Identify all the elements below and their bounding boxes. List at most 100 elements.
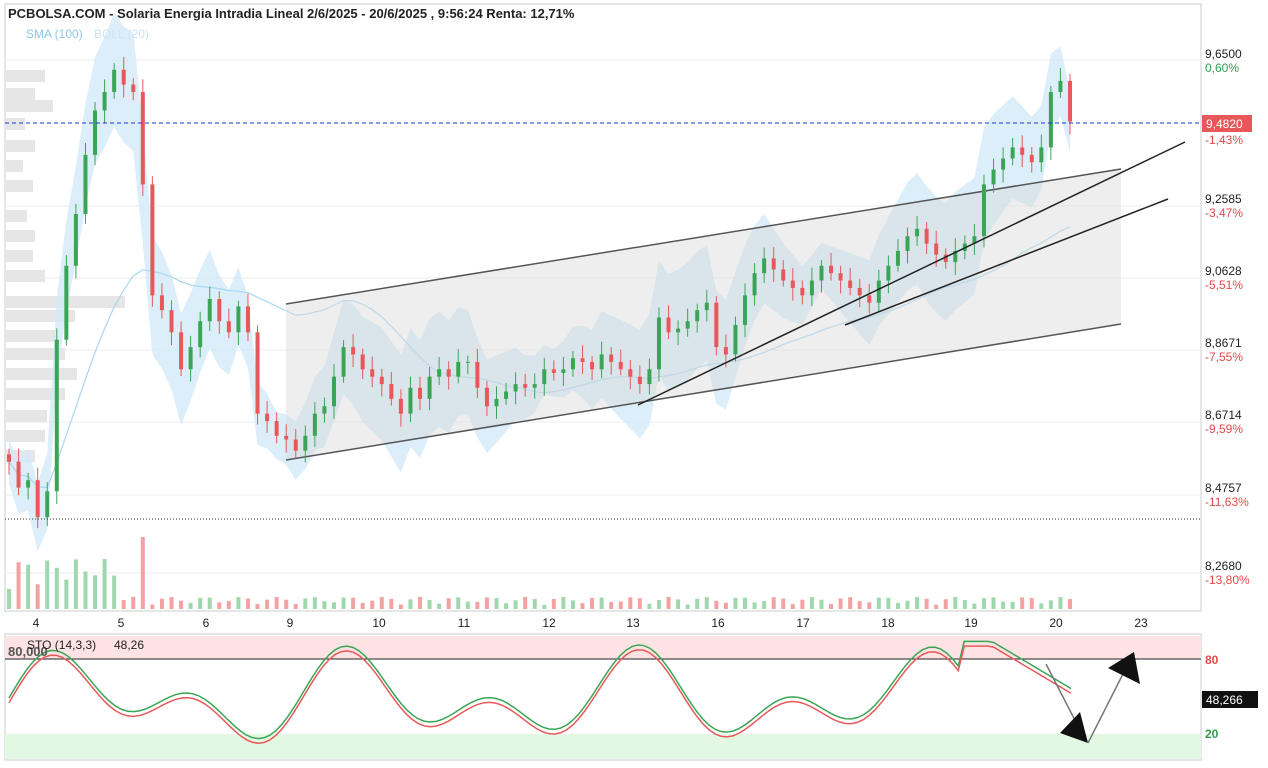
volume-bar (561, 597, 566, 609)
candle-body (140, 91, 145, 185)
volume-bar (207, 597, 212, 609)
candle-body (628, 369, 633, 377)
candle-body (981, 184, 986, 237)
x-tick-label: 20 (1049, 616, 1063, 630)
candle-body (255, 332, 260, 414)
volume-bar (962, 600, 967, 609)
candle-body (360, 354, 365, 370)
volume-bar (704, 597, 709, 609)
x-tick-label: 11 (458, 616, 471, 630)
volume-bar (456, 597, 461, 609)
chart-canvas: PCBOLSA.COM - Solaria Energia Intradia L… (0, 0, 1268, 763)
candle-body (7, 454, 11, 462)
volume-profile-bar (5, 118, 25, 130)
candle-body (398, 398, 403, 414)
volume-bar (953, 597, 958, 609)
volume-bar (102, 559, 107, 609)
volume-profile-bar (5, 250, 33, 262)
x-tick-label: 6 (203, 616, 210, 630)
volume-bar (599, 597, 604, 609)
volume-bar (666, 597, 671, 609)
candle-body (743, 295, 748, 325)
candle-body (179, 332, 184, 370)
x-tick-label: 18 (881, 616, 895, 630)
price-label: 8,8671 (1205, 336, 1242, 350)
volume-bar (829, 604, 834, 609)
candle-body (73, 213, 78, 266)
candle-body (523, 384, 528, 388)
chart-title: PCBOLSA.COM - Solaria Energia Intradia L… (8, 6, 575, 21)
candle-body (771, 258, 776, 270)
candle-body (408, 387, 413, 414)
volume-bar (217, 602, 222, 609)
price-label: 8,4757 (1205, 481, 1242, 495)
volume-bar (293, 604, 298, 609)
candle-body (121, 69, 126, 85)
volume-bar (418, 597, 423, 609)
volume-bar (1048, 600, 1053, 609)
volume-bar (915, 597, 920, 609)
candle-body (159, 295, 164, 311)
candle-body (609, 354, 614, 362)
volume-bar (54, 567, 59, 609)
candle-body (991, 169, 996, 185)
volume-bar (159, 598, 164, 609)
volume-profile-bar (5, 100, 53, 112)
candle-body (83, 154, 88, 214)
candle-body (341, 347, 346, 377)
volume-bar (1068, 599, 1072, 609)
candle-body (284, 435, 289, 440)
x-tick-label: 13 (626, 616, 640, 630)
volume-bar (685, 604, 690, 609)
volume-bar (924, 598, 929, 609)
volume-profile-bar (5, 160, 23, 172)
volume-bar (790, 604, 795, 609)
volume-profile-bar (5, 430, 45, 442)
x-tick-label: 12 (542, 616, 556, 630)
pct-label: 0,60% (1205, 61, 1239, 75)
candle-body (723, 347, 728, 355)
volume-bar (245, 598, 250, 609)
candle-body (656, 317, 661, 370)
candle-body (456, 361, 461, 377)
candle-body (245, 306, 250, 333)
candle-body (790, 280, 795, 288)
candle-body (236, 306, 241, 333)
volume-bar (360, 602, 365, 609)
candle-body (513, 384, 518, 392)
x-tick-label: 9 (287, 616, 294, 630)
candle-body (45, 491, 50, 518)
candle-body (886, 265, 891, 281)
candle-body (895, 250, 900, 266)
volume-bar (819, 599, 824, 609)
volume-bar (274, 597, 279, 609)
volume-bar (83, 571, 88, 609)
volume-bar (7, 589, 11, 609)
x-tick-label: 19 (964, 616, 978, 630)
volume-bar (676, 599, 681, 609)
candle-body (370, 369, 375, 377)
volume-bar (733, 597, 738, 609)
volume-profile-bar (5, 270, 45, 282)
candle-body (848, 280, 853, 288)
volume-bar (532, 599, 537, 609)
volume-bar (1001, 601, 1006, 609)
candle-body (532, 384, 537, 388)
volume-bar (1029, 598, 1034, 609)
volume-bar (1020, 597, 1025, 609)
candle-body (437, 369, 442, 377)
volume-profile-bar (5, 70, 45, 82)
volume-bar (934, 604, 939, 609)
volume-bar (379, 597, 384, 609)
oversold-zone (5, 734, 1201, 759)
candle-body (819, 265, 824, 281)
volume-bar (781, 598, 786, 609)
volume-bar (112, 575, 117, 609)
volume-bar (800, 599, 805, 609)
volume-bar (389, 598, 394, 609)
candle-body (561, 369, 566, 373)
volume-bar (513, 600, 518, 609)
volume-bar (16, 562, 21, 609)
volume-bar (64, 579, 69, 609)
candle-body (809, 280, 814, 296)
